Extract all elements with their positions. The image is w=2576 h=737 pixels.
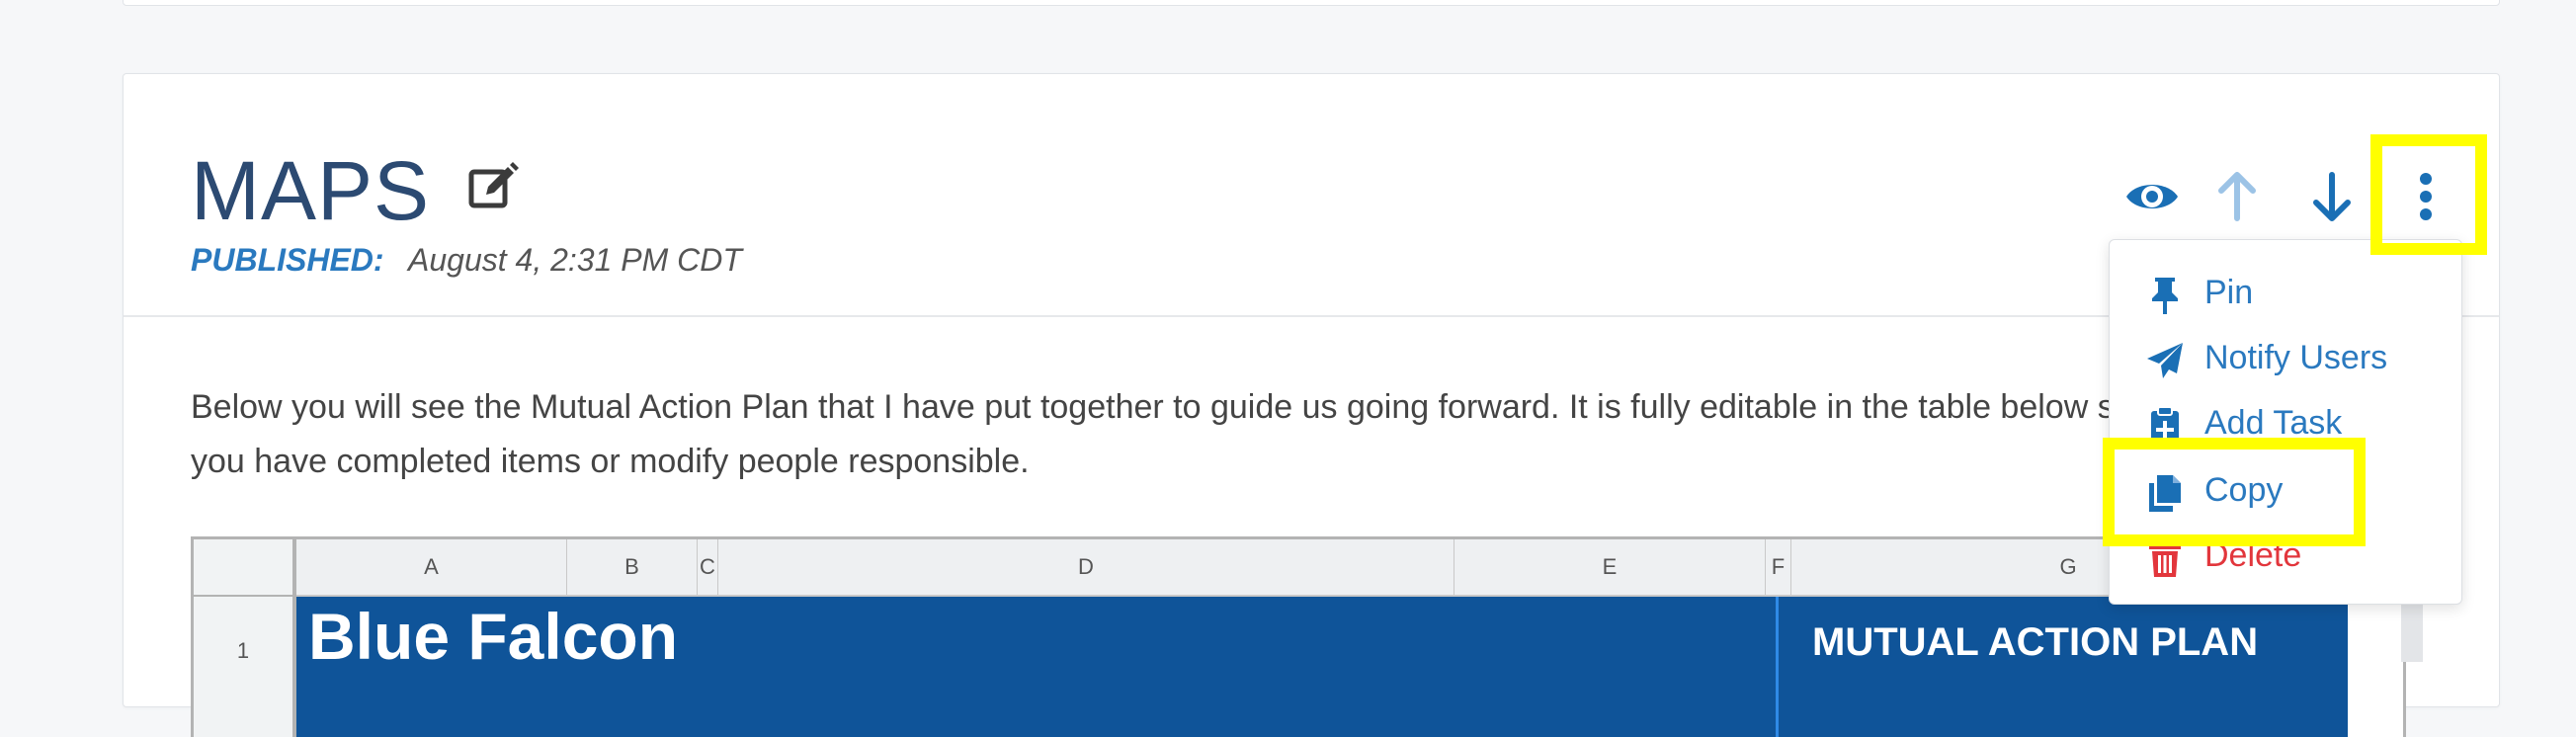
column-header[interactable]: F xyxy=(1766,539,1791,597)
column-header[interactable]: B xyxy=(567,539,698,597)
post-title: MAPS xyxy=(191,144,431,237)
menu-item-add-task[interactable]: Add Task xyxy=(2110,392,2461,453)
edit-icon[interactable] xyxy=(466,159,520,212)
column-header[interactable]: E xyxy=(1454,539,1766,597)
column-header[interactable]: A xyxy=(296,539,567,597)
pin-icon xyxy=(2145,276,2185,315)
trash-icon xyxy=(2145,538,2185,578)
published-date: August 4, 2:31 PM CDT xyxy=(408,242,742,278)
banner-subtitle: MUTUAL ACTION PLAN xyxy=(1812,620,2259,664)
eye-icon[interactable] xyxy=(2122,167,2182,226)
spreadsheet-embed[interactable]: A B C D E F G 1 Blue Falcon MUTUAL ACTIO… xyxy=(191,536,2406,737)
paper-plane-icon xyxy=(2145,341,2185,380)
column-header[interactable]: C xyxy=(698,539,718,597)
banner-title: Blue Falcon xyxy=(308,600,679,673)
menu-item-label: Notify Users xyxy=(2204,339,2388,376)
published-label: PUBLISHED: xyxy=(191,242,384,278)
column-header[interactable]: D xyxy=(718,539,1454,597)
more-vertical-icon[interactable] xyxy=(2396,167,2455,226)
menu-item-label: Add Task xyxy=(2204,404,2343,442)
previous-post-card xyxy=(123,0,2500,6)
menu-item-label: Copy xyxy=(2204,471,2284,509)
sheet-banner-cell[interactable]: Blue Falcon xyxy=(296,597,1776,737)
sheet-corner xyxy=(194,539,296,599)
clipboard-plus-icon xyxy=(2145,406,2185,446)
menu-item-pin[interactable]: Pin xyxy=(2110,262,2461,323)
sheet-banner-cell[interactable]: MUTUAL ACTION PLAN xyxy=(1776,597,2348,737)
menu-item-delete[interactable]: Delete xyxy=(2110,525,2461,586)
arrow-up-icon[interactable] xyxy=(2207,167,2267,226)
copy-icon xyxy=(2145,473,2185,513)
post-body: Below you will see the Mutual Action Pla… xyxy=(191,388,2415,480)
menu-item-label: Delete xyxy=(2204,536,2302,574)
menu-item-label: Pin xyxy=(2204,274,2254,311)
arrow-down-icon[interactable] xyxy=(2302,167,2362,226)
menu-item-notify-users[interactable]: Notify Users xyxy=(2110,327,2461,388)
menu-item-copy[interactable]: Copy xyxy=(2110,459,2461,521)
post-options-menu: Pin Notify Users Add Task Copy Delete xyxy=(2109,239,2462,605)
row-number[interactable]: 1 xyxy=(194,597,296,737)
